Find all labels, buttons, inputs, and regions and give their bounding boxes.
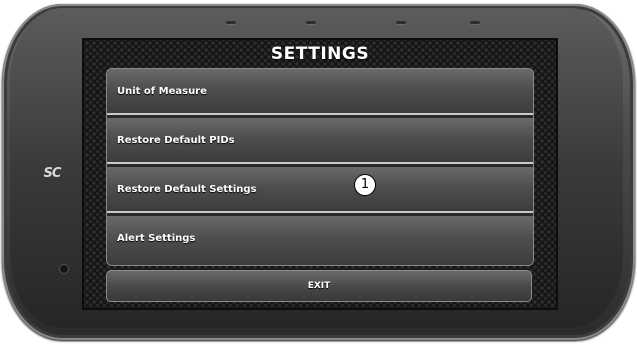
settings-menu: Unit of Measure Restore Default PIDs Res… xyxy=(106,68,534,266)
menu-item-unit-of-measure[interactable]: Unit of Measure xyxy=(107,69,533,115)
brand-logo: SC xyxy=(43,166,62,181)
indicator-dot xyxy=(396,21,406,24)
indicator-dot xyxy=(226,21,236,24)
light-sensor xyxy=(60,265,68,273)
indicator-dot xyxy=(306,21,316,24)
menu-item-restore-default-pids[interactable]: Restore Default PIDs xyxy=(107,118,533,164)
menu-item-label: Restore Default PIDs xyxy=(117,135,235,146)
callout-marker: 1 xyxy=(354,174,376,196)
menu-item-restore-default-settings[interactable]: Restore Default Settings xyxy=(107,167,533,213)
menu-item-label: Restore Default Settings xyxy=(117,184,257,195)
page-title: SETTINGS xyxy=(270,44,370,64)
device-screen: SETTINGS Unit of Measure Restore Default… xyxy=(82,38,558,310)
menu-item-label: Unit of Measure xyxy=(117,86,207,97)
exit-button[interactable]: EXIT xyxy=(106,270,532,302)
menu-item-alert-settings[interactable]: Alert Settings xyxy=(107,216,533,265)
indicator-dot xyxy=(470,21,480,24)
top-indicator-dots xyxy=(0,21,637,27)
menu-item-label: Alert Settings xyxy=(117,233,196,244)
